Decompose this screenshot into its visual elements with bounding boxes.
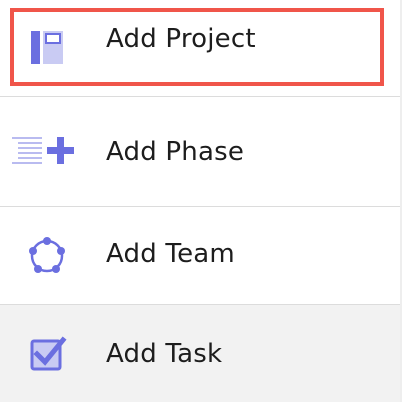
menu-item-add-task[interactable]: Add Task	[0, 304, 402, 402]
menu-item-add-project[interactable]: Add Project	[0, 0, 402, 96]
add-menu: Add Project Add Phase Add Team Add Task	[0, 0, 402, 402]
team-circle-icon	[12, 234, 82, 278]
task-checkbox-icon	[12, 332, 82, 376]
menu-item-label: Add Project	[106, 24, 256, 54]
menu-item-add-team[interactable]: Add Team	[0, 206, 402, 304]
menu-item-add-phase[interactable]: Add Phase	[0, 96, 402, 206]
phase-list-plus-icon	[12, 130, 82, 174]
menu-item-label: Add Phase	[106, 137, 245, 167]
menu-item-label: Add Task	[106, 339, 223, 369]
menu-item-label: Add Team	[106, 239, 235, 269]
project-board-icon	[12, 26, 82, 70]
